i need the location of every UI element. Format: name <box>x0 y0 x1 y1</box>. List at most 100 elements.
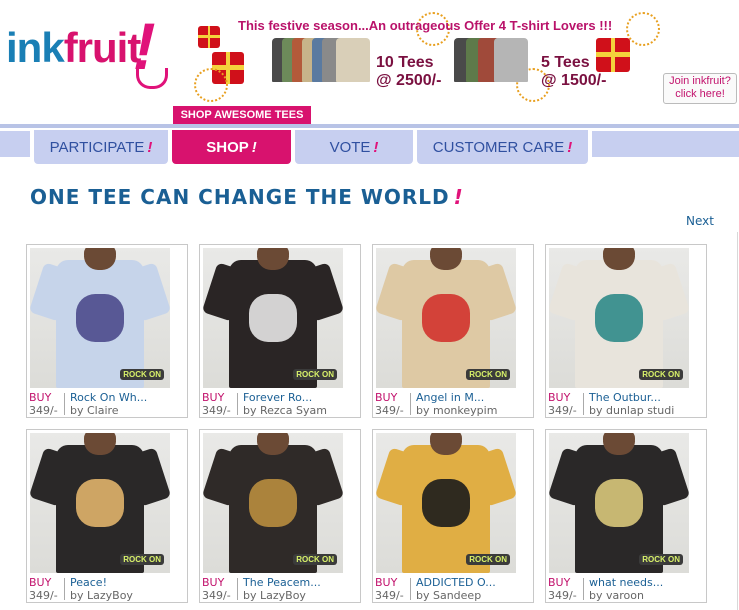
buy-link[interactable]: BUY <box>202 576 224 589</box>
product-card: ROCK ON BUY ADDICTED O... 349/- by Sande… <box>372 429 534 603</box>
banner-headline: This festive season...An outrageous Offe… <box>238 18 613 33</box>
page-title-text: ONE TEE CAN CHANGE THE WORLD <box>30 185 450 209</box>
divider <box>410 393 411 415</box>
shirt-print-graphic <box>249 479 297 527</box>
tab-customer-care-bang: ! <box>567 139 573 156</box>
buy-link[interactable]: BUY <box>548 391 570 404</box>
offer-five-tees-count: 5 Tees <box>541 54 590 71</box>
page-title-bang: ! <box>453 185 464 209</box>
shirt-print-graphic <box>249 294 297 342</box>
logo-fruit: fruit <box>63 24 142 71</box>
rock-on-badge: ROCK ON <box>293 369 337 380</box>
divider <box>583 578 584 600</box>
nav-filler-left <box>0 131 30 157</box>
buy-link[interactable]: BUY <box>29 391 51 404</box>
product-name[interactable]: what needs... <box>589 576 663 589</box>
firework-icon <box>194 68 228 102</box>
divider <box>410 578 411 600</box>
tshirt-stack-icon <box>272 38 382 82</box>
divider <box>237 393 238 415</box>
product-card: ROCK ON BUY Forever Ro... 349/- by Rezca… <box>199 244 361 418</box>
product-author: by Claire <box>70 404 119 417</box>
product-name[interactable]: Forever Ro... <box>243 391 312 404</box>
shirt-print-graphic <box>76 294 124 342</box>
buy-link[interactable]: BUY <box>375 391 397 404</box>
gift-icon <box>198 26 220 48</box>
buy-link[interactable]: BUY <box>29 576 51 589</box>
product-author: by Rezca Syam <box>243 404 327 417</box>
product-name[interactable]: Rock On Wh... <box>70 391 147 404</box>
main-nav: PARTICIPATE! SHOP! VOTE! CUSTOMER CARE! <box>0 128 739 166</box>
product-price: 349/- <box>202 589 231 602</box>
product-card: ROCK ON BUY The Outbur... 349/- by dunla… <box>545 244 707 418</box>
divider <box>583 393 584 415</box>
tab-participate[interactable]: PARTICIPATE! <box>34 130 168 164</box>
nav-filler-right <box>592 131 739 157</box>
product-name[interactable]: Peace! <box>70 576 107 589</box>
tab-shop-bang: ! <box>251 139 257 156</box>
product-image[interactable]: ROCK ON <box>30 248 170 388</box>
tab-participate-label: PARTICIPATE <box>49 139 145 156</box>
product-image[interactable]: ROCK ON <box>203 248 343 388</box>
product-image[interactable]: ROCK ON <box>203 433 343 573</box>
buy-link[interactable]: BUY <box>202 391 224 404</box>
product-price: 349/- <box>375 589 404 602</box>
product-name[interactable]: ADDICTED O... <box>416 576 496 589</box>
tab-shop[interactable]: SHOP! <box>172 130 291 164</box>
tab-vote[interactable]: VOTE! <box>295 130 413 164</box>
shirt-print-graphic <box>422 294 470 342</box>
logo-smile-icon <box>136 68 168 89</box>
product-image[interactable]: ROCK ON <box>376 248 516 388</box>
right-divider <box>737 232 738 610</box>
product-card: ROCK ON BUY Rock On Wh... 349/- by Clair… <box>26 244 188 418</box>
next-page-link[interactable]: Next <box>686 214 714 228</box>
tab-shop-label: SHOP <box>206 139 249 156</box>
product-card: ROCK ON BUY what needs... 349/- by varoo… <box>545 429 707 603</box>
join-inkfruit-button[interactable]: Join inkfruit? click here! <box>663 73 737 104</box>
buy-link[interactable]: BUY <box>548 576 570 589</box>
product-price: 349/- <box>29 589 58 602</box>
product-price: 349/- <box>375 404 404 417</box>
logo-wordmark: inkfruit <box>6 24 142 72</box>
inkfruit-logo[interactable]: inkfruit ! <box>6 9 174 92</box>
product-image[interactable]: ROCK ON <box>30 433 170 573</box>
rock-on-badge: ROCK ON <box>466 369 510 380</box>
product-name[interactable]: Angel in M... <box>416 391 484 404</box>
product-image[interactable]: ROCK ON <box>376 433 516 573</box>
offer-five-tees: 5 Tees @ 1500/- <box>541 54 606 90</box>
tab-customer-care-label: CUSTOMER CARE <box>432 139 565 156</box>
tshirt-stack-icon <box>454 38 540 82</box>
tab-participate-bang: ! <box>147 139 153 156</box>
product-card: ROCK ON BUY Angel in M... 349/- by monke… <box>372 244 534 418</box>
divider <box>64 393 65 415</box>
product-author: by dunlap studi <box>589 404 675 417</box>
product-author: by varoon <box>589 589 644 602</box>
product-image[interactable]: ROCK ON <box>549 433 689 573</box>
product-price: 349/- <box>548 404 577 417</box>
rock-on-badge: ROCK ON <box>466 554 510 565</box>
rock-on-badge: ROCK ON <box>120 369 164 380</box>
tab-vote-bang: ! <box>373 139 379 156</box>
join-line2: click here! <box>675 88 725 100</box>
shop-awesome-tees-label: SHOP AWESOME TEES <box>173 106 311 124</box>
product-author: by LazyBoy <box>70 589 133 602</box>
buy-link[interactable]: BUY <box>375 576 397 589</box>
product-name[interactable]: The Outbur... <box>589 391 661 404</box>
tab-vote-label: VOTE <box>329 139 371 156</box>
logo-ink: ink <box>6 24 65 71</box>
rock-on-badge: ROCK ON <box>120 554 164 565</box>
product-author: by Sandeep <box>416 589 482 602</box>
shirt-print-graphic <box>595 294 643 342</box>
divider <box>237 578 238 600</box>
product-name[interactable]: The Peacem... <box>243 576 321 589</box>
shirt-print-graphic <box>422 479 470 527</box>
shirt-print-graphic <box>76 479 124 527</box>
offer-ten-tees-price: @ 2500/- <box>376 72 442 89</box>
festive-offer-banner[interactable]: This festive season...An outrageous Offe… <box>186 8 660 102</box>
offer-five-tees-price: @ 1500/- <box>541 72 607 89</box>
join-line1: Join inkfruit? <box>669 75 731 87</box>
firework-icon <box>626 12 660 46</box>
rock-on-badge: ROCK ON <box>293 554 337 565</box>
product-image[interactable]: ROCK ON <box>549 248 689 388</box>
tab-customer-care[interactable]: CUSTOMER CARE! <box>417 130 588 164</box>
